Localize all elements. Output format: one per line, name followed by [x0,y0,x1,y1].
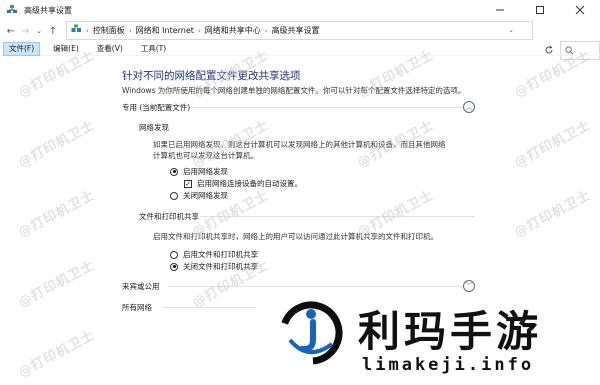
network-icon [6,4,18,16]
minimize-button[interactable] [480,0,520,20]
breadcrumb-control-panel[interactable]: 控制面板 [93,25,125,36]
address-path[interactable]: › 控制面板 › 网络和 Internet › 网络和共享中心 › 高级共享设置… [66,21,533,40]
brand-watermark: 利玛手游 limakeji.info [256,292,600,385]
profile-guest-label: 来宾或公用 [122,282,160,291]
breadcrumb-chevron-icon: › [264,26,268,35]
address-dropdown-icon[interactable]: ⌄ [508,26,514,34]
chevron-down-icon: ⌄ [36,27,42,35]
section-divider [168,286,462,287]
arrow-right-icon: → [20,25,30,37]
breadcrumb-advanced-sharing[interactable]: 高级共享设置 [272,25,320,36]
forward-button[interactable]: → [18,22,32,40]
close-icon [575,5,585,15]
watermark-text: @打印机卫士 [512,187,594,241]
menu-view[interactable]: 查看(V) [92,42,128,56]
close-button[interactable] [560,0,600,20]
brand-logo-icon [279,301,343,365]
maximize-button[interactable] [520,0,560,20]
discovery-on-radio[interactable] [170,167,178,176]
network-discovery-text: 如果已启用网络发现，则这台计算机可以发现网络上的其他计算机和设备，而且其他网络计… [153,140,446,160]
arrow-left-icon: ← [6,25,16,37]
chevron-up-icon: ︿ [465,103,473,111]
breadcrumb-network-internet[interactable]: 网络和 Internet [136,25,194,36]
advanced-sharing-window: 高级共享设置 ← → ⌄ ↑ › 控制面板 › 网络和 Internet › 网… [0,0,600,385]
minimize-icon [496,9,504,11]
sharing-off-label: 关闭文件和打印机共享 [183,262,258,271]
expand-guest-button[interactable]: ﹀ [463,280,475,292]
section-divider [192,107,462,108]
page-heading: 针对不同的网络配置文件更改共享选项 [122,70,301,82]
maximize-icon [536,6,544,14]
file-printer-sharing-title: 文件和打印机共享 [139,212,199,221]
breadcrumb-chevron-icon: › [86,26,89,35]
profile-private-label: 专用 (当前配置文件) [122,103,191,112]
menu-tools[interactable]: 工具(T) [136,42,171,56]
collapse-private-button[interactable]: ︿ [463,101,475,113]
discovery-off-label: 关闭网络发现 [183,191,228,200]
address-bar: ← → ⌄ ↑ › 控制面板 › 网络和 Internet › 网络和共享中心 … [0,20,600,60]
auto-setup-label: 启用网络连接设备的自动设置。 [197,179,302,188]
recent-dropdown-button[interactable]: ⌄ [32,22,46,40]
auto-setup-checkbox[interactable]: ✓ [184,179,192,188]
sharing-on-option[interactable]: 启用文件和打印机共享 [170,249,258,260]
breadcrumb-network-sharing-center[interactable]: 网络和共享中心 [205,25,261,36]
discovery-on-option[interactable]: 启用网络发现 [170,166,228,177]
sharing-off-option[interactable]: 关闭文件和打印机共享 [170,261,258,272]
section-divider [200,216,475,217]
watermark-text: @打印机卫士 [512,117,594,171]
watermark-text: @打印机卫士 [16,327,98,381]
discovery-off-option[interactable]: 关闭网络发现 [170,190,228,201]
section-divider [162,307,258,308]
breadcrumb-chevron-icon: › [197,26,201,35]
watermark-text: @打印机卫士 [16,117,98,171]
sharing-on-radio[interactable] [170,250,178,259]
breadcrumb-chevron-icon: › [128,26,132,35]
back-button[interactable]: ← [4,22,18,40]
watermark-text: @打印机卫士 [16,257,98,311]
sharing-on-label: 启用文件和打印机共享 [183,250,258,259]
window-title: 高级共享设置 [24,5,72,15]
watermark-text: @打印机卫士 [16,187,98,241]
title-bar: 高级共享设置 [0,0,600,20]
control-panel-icon [71,24,82,37]
file-printer-sharing-text: 启用文件和打印机共享时，网络上的用户可以访问通过此计算机共享的文件和打印机。 [153,232,438,241]
arrow-up-icon: ↑ [48,25,58,37]
page-description: Windows 为你所使用的每个网络创建单独的网络配置文件。你可以针对每个配置文… [122,86,466,95]
network-discovery-title: 网络发现 [139,123,169,132]
discovery-off-radio[interactable] [170,191,178,200]
auto-setup-option[interactable]: ✓ 启用网络连接设备的自动设置。 [184,178,302,189]
menu-edit[interactable]: 编辑(E) [48,42,84,56]
brand-url: limakeji.info [362,355,535,375]
discovery-on-label: 启用网络发现 [183,167,228,176]
profile-all-label: 所有网络 [122,303,152,312]
menu-file[interactable]: 文件(F) [3,41,41,56]
up-button[interactable]: ↑ [46,22,60,40]
checkmark-icon: ✓ [185,179,191,188]
sharing-off-radio[interactable] [170,262,178,271]
menu-bar: 文件(F) 编辑(E) 查看(V) 工具(T) [0,41,600,56]
chevron-down-icon: ﹀ [465,282,473,290]
brand-name: 利玛手游 [358,307,543,356]
